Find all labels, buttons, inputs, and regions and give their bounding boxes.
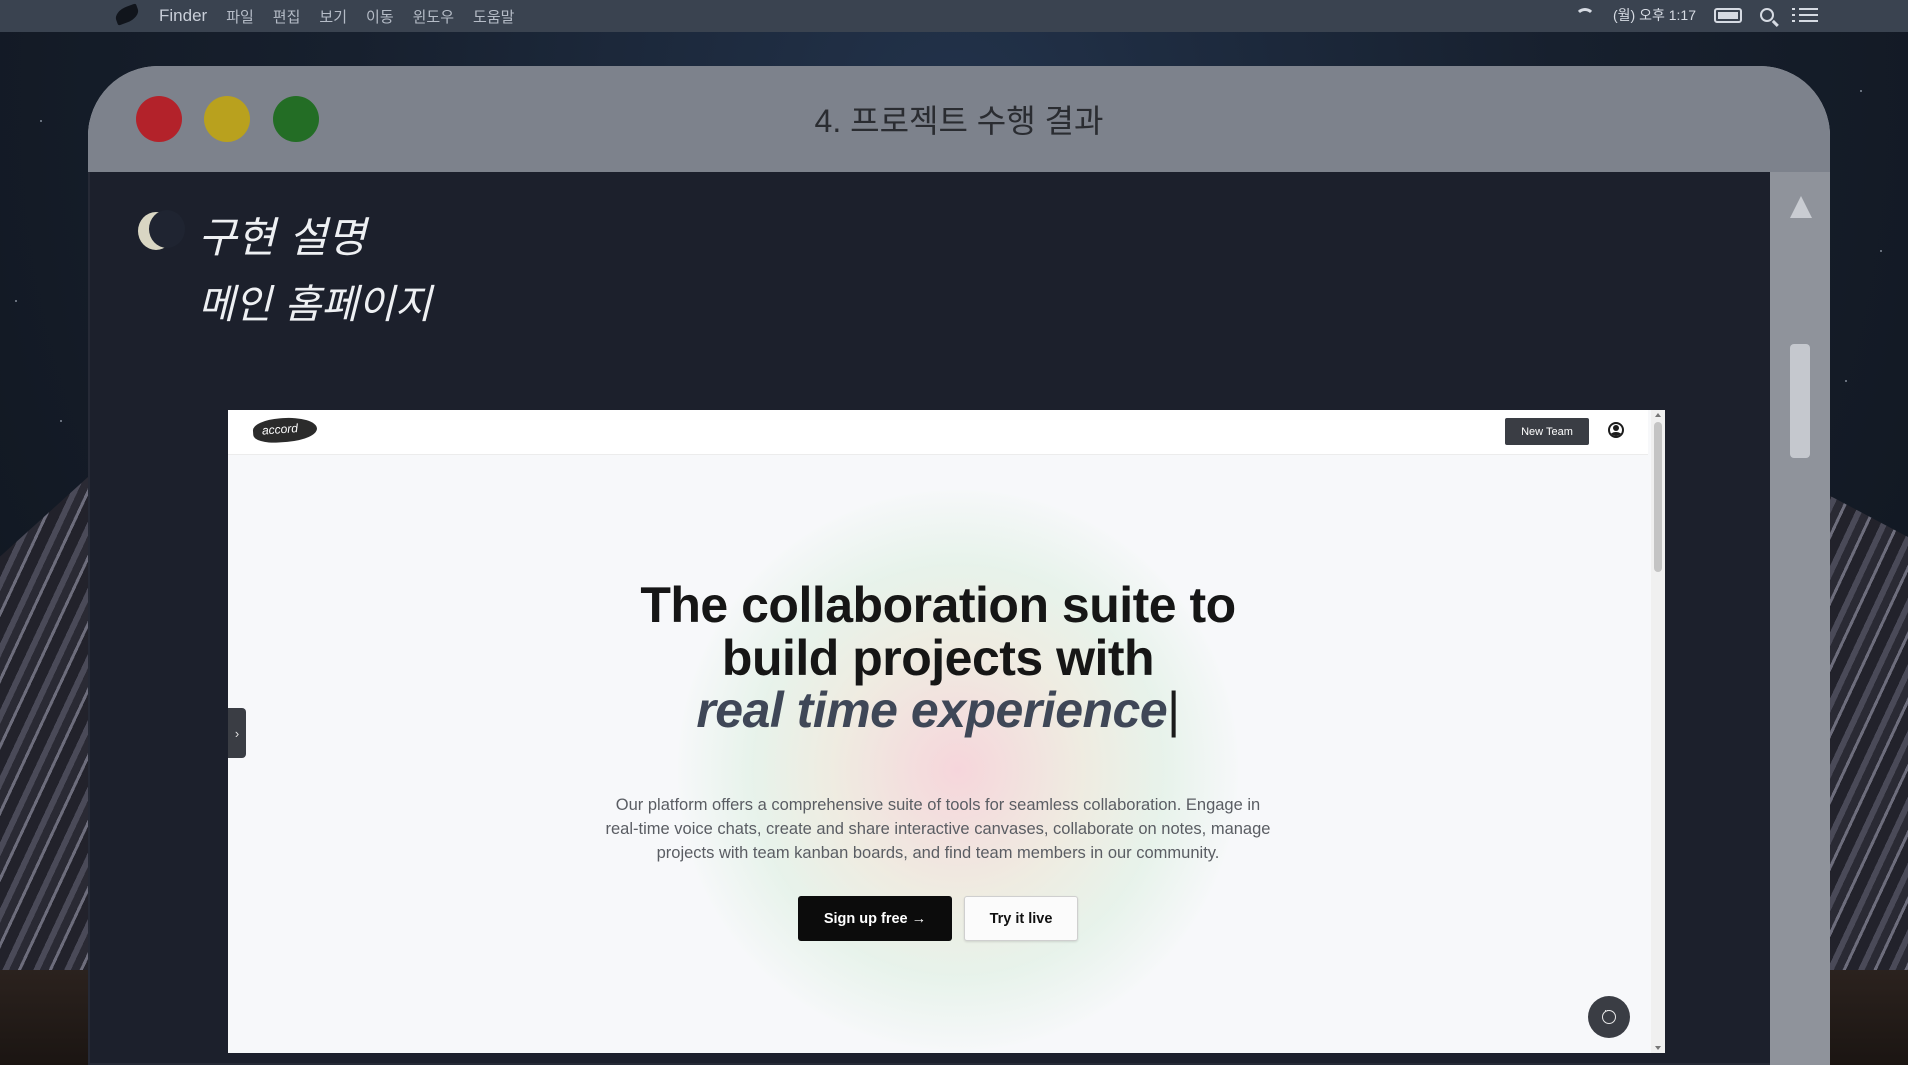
hero-typed-text: real time experience <box>696 682 1168 738</box>
scroll-up-arrow-icon[interactable] <box>1655 413 1661 417</box>
control-center-icon[interactable] <box>1792 7 1818 23</box>
new-team-button[interactable]: New Team <box>1505 418 1589 445</box>
window-title: 4. 프로젝트 수행 결과 <box>814 103 1104 139</box>
try-it-live-button[interactable]: Try it live <box>964 896 1078 941</box>
logo-text: accord <box>261 421 299 438</box>
menu-go[interactable]: 이동 <box>366 6 394 27</box>
menu-view[interactable]: 보기 <box>319 6 347 27</box>
window-titlebar: 4. 프로젝트 수행 결과 <box>88 66 1830 172</box>
hero-title-line-3: real time experience| <box>228 681 1648 739</box>
menu-clock[interactable]: (월) 오후 1:17 <box>1613 5 1696 25</box>
menu-status-area: (월) 오후 1:17 <box>1575 5 1818 25</box>
battery-icon[interactable] <box>1714 7 1742 23</box>
menu-app-name[interactable]: Finder <box>159 6 207 27</box>
menu-file[interactable]: 파일 <box>226 6 254 27</box>
slide-heading: 구현 설명 <box>198 213 366 262</box>
hero-title-line-1: The collaboration suite to <box>640 577 1236 633</box>
apple-menu-icon[interactable] <box>113 3 141 26</box>
typing-caret: | <box>1167 682 1180 738</box>
user-profile-icon[interactable] <box>1608 422 1624 438</box>
hero-title-line-2: build projects with <box>721 630 1155 686</box>
search-icon[interactable] <box>1760 8 1774 22</box>
sign-up-button[interactable]: Sign up free → <box>798 896 952 941</box>
chat-bubble-button[interactable] <box>1588 996 1630 1038</box>
moon-icon <box>138 210 185 250</box>
window-scroll-thumb[interactable] <box>1790 344 1810 458</box>
page-scrollbar[interactable] <box>1651 410 1665 1053</box>
site-header: accord New Team <box>228 410 1648 455</box>
menu-items: Finder 파일 편집 보기 이동 윈도우 도움말 <box>159 6 514 27</box>
window-scrollbar[interactable] <box>1770 172 1830 1065</box>
menu-edit[interactable]: 편집 <box>273 6 301 27</box>
hero-gradient-glow <box>678 490 1238 1050</box>
chat-icon <box>1602 1005 1616 1024</box>
slide-content: 구현 설명 메인 홈페이지 accord New Team › The coll… <box>88 172 1770 1065</box>
accord-logo[interactable]: accord <box>252 415 318 445</box>
wifi-icon[interactable] <box>1575 8 1595 22</box>
homepage-screenshot: accord New Team › The collaboration suit… <box>228 410 1665 1053</box>
scroll-down-arrow-icon[interactable] <box>1655 1046 1661 1050</box>
scroll-thumb[interactable] <box>1654 422 1662 572</box>
presentation-window: 4. 프로젝트 수행 결과 구현 설명 메인 홈페이지 accord New T… <box>88 66 1830 1065</box>
hero-description: Our platform offers a comprehensive suit… <box>605 796 1271 862</box>
slide-subheading: 메인 홈페이지 <box>198 282 432 328</box>
menu-help[interactable]: 도움말 <box>473 6 514 27</box>
menu-bar: Finder 파일 편집 보기 이동 윈도우 도움말 (월) 오후 1:17 <box>0 0 1908 32</box>
menu-window[interactable]: 윈도우 <box>413 6 454 27</box>
scroll-up-icon[interactable] <box>1790 196 1812 218</box>
